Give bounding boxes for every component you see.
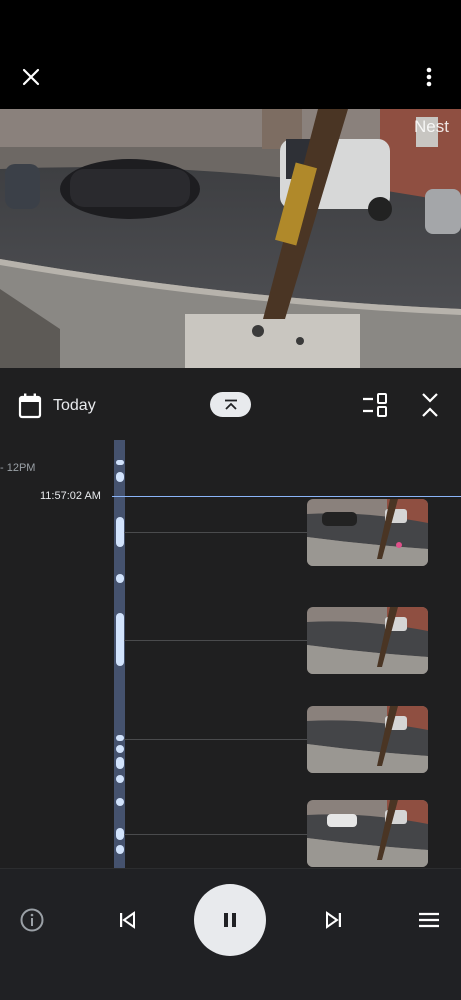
event-thumbnail[interactable] xyxy=(307,706,428,773)
event-marker[interactable] xyxy=(116,517,124,547)
info-icon xyxy=(20,908,44,932)
top-app-bar xyxy=(0,0,461,109)
event-marker[interactable] xyxy=(116,775,124,783)
date-label: Today xyxy=(53,397,96,414)
event-marker[interactable] xyxy=(116,613,124,666)
more-vert-icon xyxy=(426,67,432,87)
pause-button[interactable] xyxy=(194,884,266,956)
menu-button[interactable] xyxy=(416,908,442,932)
nest-watermark: Nest xyxy=(414,117,449,136)
event-marker[interactable] xyxy=(116,735,124,741)
event-thumbnail-image xyxy=(307,706,428,773)
camera-scene-image xyxy=(0,109,461,368)
previous-event-button[interactable] xyxy=(115,908,139,932)
event-marker[interactable] xyxy=(116,845,124,854)
collapse-timeline-button[interactable] xyxy=(210,392,251,417)
view-switch-button[interactable] xyxy=(361,392,389,418)
event-marker[interactable] xyxy=(116,574,124,583)
event-marker[interactable] xyxy=(116,757,124,769)
event-connector-line xyxy=(124,834,307,835)
pause-icon xyxy=(224,913,236,927)
unfold-less-icon xyxy=(422,393,438,417)
chevron-up-bar-icon xyxy=(224,399,237,410)
event-marker[interactable] xyxy=(116,472,124,482)
event-marker[interactable] xyxy=(116,460,124,465)
event-marker[interactable] xyxy=(116,828,124,840)
event-thumbnail[interactable] xyxy=(307,800,428,867)
close-icon xyxy=(22,68,40,86)
next-event-button[interactable] xyxy=(322,908,346,932)
hour-tick-label: - 12PM xyxy=(0,462,36,474)
skip-next-icon xyxy=(326,911,341,929)
event-connector-line xyxy=(124,640,307,641)
event-thumbnail-image xyxy=(307,800,428,867)
more-options-button[interactable] xyxy=(414,60,444,94)
event-marker[interactable] xyxy=(116,798,124,806)
close-button[interactable] xyxy=(14,60,48,94)
camera-live-view[interactable]: Nest xyxy=(0,109,461,368)
event-connector-line xyxy=(124,739,307,740)
menu-icon xyxy=(419,912,439,928)
event-thumbnail-image xyxy=(307,499,428,566)
unfold-less-button[interactable] xyxy=(418,392,442,418)
date-picker-button[interactable]: Today xyxy=(18,392,96,420)
event-connector-line xyxy=(124,532,307,533)
skip-previous-icon xyxy=(120,911,135,929)
event-thumbnail-image xyxy=(307,607,428,674)
event-thumbnail[interactable] xyxy=(307,499,428,566)
calendar-icon xyxy=(18,393,42,419)
current-time-indicator xyxy=(112,496,461,497)
view-switch-icon xyxy=(363,393,387,417)
event-marker[interactable] xyxy=(116,745,124,753)
event-thumbnail[interactable] xyxy=(307,607,428,674)
info-button[interactable] xyxy=(19,907,45,933)
current-time-label: 11:57:02 AM xyxy=(40,490,101,502)
